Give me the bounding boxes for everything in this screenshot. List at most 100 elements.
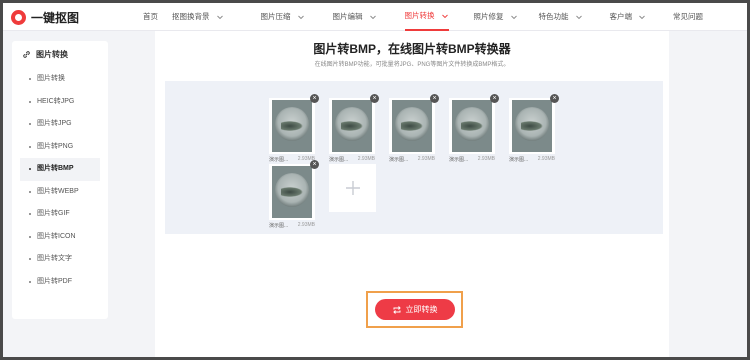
file-thumbnail[interactable]: × 演示图... 2.93MB [449,94,499,163]
nav-item-5[interactable]: 照片修复 [474,3,518,31]
file-name: 演示图... [449,157,469,163]
app-frame: 一键抠图 首页 抠图换背景 图片压缩 图片编辑 图片转换 照片修复 特色功能 客户端 常见问题 … [3,3,747,357]
sidebar-item-4[interactable]: 图片转BMP [20,158,100,181]
sidebar-item-2[interactable]: 图片转JPG [12,113,108,136]
thumbnail-image [332,100,372,152]
sidebar-heading: 图片转换 [12,41,108,67]
chevron-down-icon [575,15,582,20]
convert-now-button[interactable]: 立即转换 [374,299,455,320]
nav-item-label: 图片转换 [404,11,435,20]
nav-item-4[interactable]: 图片转换 [404,3,449,31]
file-thumbnail[interactable]: × 演示图... 2.93MB [269,160,319,229]
thumbnail-image [512,100,552,152]
chevron-down-icon [639,15,645,20]
sidebar-item-8[interactable]: 图片转文字 [12,248,108,271]
nav-item-label: 常见问题 [673,12,703,21]
file-thumbnail[interactable]: × 演示图... 2.93MB [509,94,559,163]
bullet-dot [29,235,31,238]
thumbnail-frame: × [389,94,439,154]
sidebar: 图片转换 图片转换 HEIC转JPG 图片转JPG 图片转PNG 图片转BMP 图片转WE… [12,41,108,319]
file-meta: 演示图... 2.93MB [509,156,555,163]
file-meta: 演示图... 2.93MB [269,222,315,229]
top-navigation-bar: 一键抠图 首页 抠图换背景 图片压缩 图片编辑 图片转换 照片修复 特色功能 客户端 常见问题 [3,3,747,31]
file-size: 2.93MB [357,156,375,162]
page-title: 图片转BMP，在线图片转BMP转换器 [313,42,511,56]
sidebar-item-label: 图片转GIF [37,210,70,217]
sidebar-item-1[interactable]: HEIC转JPG [12,91,108,114]
brand-name: 一键抠图 [31,11,80,25]
file-meta: 演示图... 2.93MB [269,156,315,163]
file-thumbnail[interactable]: × 演示图... 2.93MB [269,94,319,163]
sidebar-item-label: 图片转PNG [37,142,74,150]
chevron-down-icon [441,14,448,19]
chevron-down-icon [510,15,517,20]
file-size: 2.93MB [297,222,315,228]
add-image-button[interactable] [329,164,376,212]
upload-area[interactable]: × 演示图... 2.93MB × 演示图... 2.93MB × 演示图... 2.93MB ×… [165,81,663,234]
remove-file-icon[interactable]: × [310,94,319,103]
sidebar-item-label: 图片转换 [37,75,65,82]
nav-item-2[interactable]: 图片压缩 [261,3,305,31]
chevron-down-icon [297,15,304,20]
remove-file-icon[interactable]: × [310,160,319,169]
convert-now-label: 立即转换 [405,305,438,314]
file-name: 演示图... [269,223,289,229]
plus-icon [345,181,360,195]
nav-item-label: 特色功能 [538,12,569,21]
file-size: 2.93MB [537,156,555,162]
nav-item-label: 图片编辑 [332,12,363,21]
file-size: 2.93MB [477,156,495,162]
nav-item-0[interactable]: 首页 [143,3,158,31]
sidebar-item-label: 图片转文字 [37,255,72,262]
nav-item-8[interactable]: 常见问题 [673,3,703,31]
sidebar-item-3[interactable]: 图片转PNG [12,136,108,159]
sidebar-item-label: 图片转PDF [37,277,72,285]
bullet-dot [29,145,31,148]
remove-file-icon[interactable]: × [370,94,379,103]
sidebar-item-9[interactable]: 图片转PDF [12,271,108,294]
sidebar-heading-label: 图片转换 [36,49,68,59]
file-name: 演示图... [329,157,349,163]
remove-file-icon[interactable]: × [550,94,559,103]
nav-item-label: 抠图换背景 [172,12,210,21]
brand-logo[interactable]: 一键抠图 [11,9,79,26]
file-thumbnail[interactable]: × 演示图... 2.93MB [329,94,379,163]
file-meta: 演示图... 2.93MB [449,156,495,163]
bullet-dot [29,78,31,80]
link-icon [23,50,30,58]
thumbnail-image [272,166,312,218]
file-meta: 演示图... 2.93MB [389,156,435,163]
thumbnail-frame: × [509,94,559,154]
remove-file-icon[interactable]: × [430,94,439,103]
sidebar-item-5[interactable]: 图片转WEBP [12,181,108,204]
thumbnail-frame: × [269,160,319,220]
nav-item-3[interactable]: 图片编辑 [333,3,377,31]
bullet-dot [29,213,31,215]
bullet-dot [29,190,31,193]
thumbnail-image [392,100,432,152]
thumbnail-frame: × [449,94,499,154]
chevron-down-icon [216,15,223,20]
thumbnail-frame: × [269,94,319,154]
sidebar-item-0[interactable]: 图片转换 [12,68,108,91]
convert-icon [392,305,401,314]
bullet-dot [29,258,31,260]
remove-file-icon[interactable]: × [490,94,499,103]
file-size: 2.93MB [417,156,435,162]
sidebar-item-6[interactable]: 图片转GIF [12,203,108,226]
page-subtitle: 在线图片转BMP功能，可批量将JPG、PNG等图片文件转换成BMP格式。 [314,62,510,68]
sidebar-item-label: HEIC转JPG [37,97,75,105]
thumbnail-image [452,100,492,152]
nav-item-1[interactable]: 抠图换背景 [172,3,224,31]
sidebar-item-7[interactable]: 图片转ICON [12,226,108,249]
sidebar-menu: 图片转换 HEIC转JPG 图片转JPG 图片转PNG 图片转BMP 图片转WEBP 图片转… [12,68,108,293]
bullet-dot [29,123,31,125]
bullet-dot [29,100,31,103]
logo-icon [11,10,26,25]
nav-item-label: 客户端 [609,12,633,21]
file-thumbnail[interactable]: × 演示图... 2.93MB [389,94,439,163]
main-nav: 首页 抠图换背景 图片压缩 图片编辑 图片转换 照片修复 特色功能 客户端 常见问题 [143,3,703,31]
nav-item-label: 首页 [143,12,158,21]
nav-item-7[interactable]: 客户端 [610,3,647,31]
nav-item-6[interactable]: 特色功能 [539,3,583,31]
